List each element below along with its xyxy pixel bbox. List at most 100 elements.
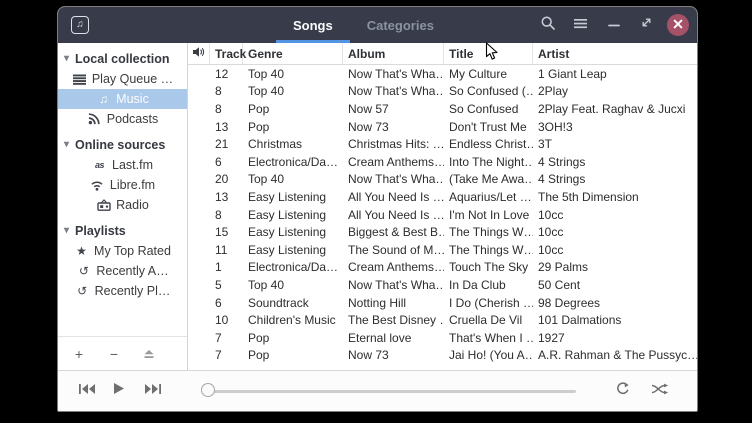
sidebar-item-recently-a[interactable]: ↺Recently A… <box>58 261 187 281</box>
table-row[interactable]: 15Easy ListeningBiggest & Best B…The Thi… <box>188 223 697 241</box>
close-button[interactable] <box>667 14 689 36</box>
sidebar-section-online-sources[interactable]: ▾Online sources <box>58 134 187 155</box>
table-row[interactable]: 13Easy ListeningAll You Need Is …Aquariu… <box>188 188 697 206</box>
cell-track: 8 <box>210 208 243 222</box>
screen: ♫ Songs Categories <box>0 0 752 423</box>
cell-album: Christmas Hits: … <box>343 137 444 151</box>
cell-title: That's When I … <box>444 331 533 345</box>
column-header-album[interactable]: Album <box>343 43 444 64</box>
sidebar-item-recently-pl[interactable]: ↺Recently Pl… <box>58 281 187 301</box>
tab-songs[interactable]: Songs <box>276 7 350 43</box>
remove-button[interactable]: − <box>107 347 121 361</box>
sidebar: ▾Local collection Play Queue … ♫ Music Podca… <box>58 43 188 370</box>
cell-genre: Pop <box>243 120 343 134</box>
star-icon: ★ <box>74 244 89 258</box>
sidebar-item-last-fm[interactable]: asLast.fm <box>58 155 187 175</box>
column-header-genre[interactable]: Genre <box>243 43 343 64</box>
cell-album: The Best Disney … <box>343 313 444 327</box>
table-row[interactable]: 11Easy ListeningThe Sound of M…The Thing… <box>188 241 697 259</box>
music-note-icon: ♫ <box>96 92 111 106</box>
column-header-mute[interactable] <box>188 43 210 64</box>
play-button[interactable] <box>113 382 125 400</box>
table-row[interactable]: 12Top 40Now That's Wha…My Culture1 Giant… <box>188 65 697 83</box>
cell-track: 7 <box>210 331 243 345</box>
table-row[interactable]: 6Electronica/Da…Cream Anthems…Into The N… <box>188 153 697 171</box>
cell-genre: Christmas <box>243 137 343 151</box>
cell-artist: 101 Dalmations <box>533 313 697 327</box>
next-icon <box>144 382 162 400</box>
cell-track: 5 <box>210 278 243 292</box>
table-row[interactable]: 13PopNow 73Don't Trust Me3OH!3 <box>188 118 697 136</box>
cell-title: (Take Me Awa… <box>444 172 533 186</box>
sidebar-item-label: Podcasts <box>107 112 158 126</box>
table-row[interactable]: 8Top 40Now That's Wha…So Confused (…2Pla… <box>188 83 697 101</box>
minimize-button[interactable] <box>601 13 626 38</box>
eject-button[interactable] <box>142 347 156 361</box>
sidebar-item-label: Recently A… <box>96 264 168 278</box>
cell-album: Now 73 <box>343 348 444 362</box>
cell-artist: 98 Degrees <box>533 296 697 310</box>
tab-categories[interactable]: Categories <box>350 7 451 43</box>
table-row[interactable]: 21ChristmasChristmas Hits: …Endless Chri… <box>188 135 697 153</box>
podcasts-icon <box>87 113 102 125</box>
shuffle-button[interactable] <box>651 382 669 400</box>
radio-icon <box>96 199 111 211</box>
cell-track: 20 <box>210 172 243 186</box>
table-row[interactable]: 1Electronica/Da…Cream Anthems…Touch The … <box>188 259 697 277</box>
table-header: Track Genre Album Title Artist <box>188 43 697 65</box>
sidebar-item-libre-fm[interactable]: Libre.fm <box>58 175 187 195</box>
table-body: 12Top 40Now That's Wha…My Culture1 Giant… <box>188 65 697 370</box>
cell-title: My Culture <box>444 67 533 81</box>
maximize-icon <box>640 16 653 34</box>
column-header-track[interactable]: Track <box>210 43 243 64</box>
sidebar-item-my-top-rated[interactable]: ★ My Top Rated <box>58 241 187 261</box>
sidebar-item-music[interactable]: ♫ Music <box>58 89 187 109</box>
shuffle-icon <box>651 382 669 400</box>
cell-genre: Pop <box>243 102 343 116</box>
table-row[interactable]: 8PopNow 57So Confused2Play Feat. Raghav … <box>188 100 697 118</box>
sidebar-item-label: My Top Rated <box>94 244 171 258</box>
sidebar-sections: ▾Local collection Play Queue … ♫ Music Podca… <box>58 48 187 301</box>
progress-handle[interactable] <box>201 383 215 397</box>
table-row[interactable]: 5Top 40Now That's Wha…In Da Club50 Cent <box>188 276 697 294</box>
column-header-artist[interactable]: Artist <box>533 43 697 64</box>
sidebar-section-local-collection[interactable]: ▾Local collection <box>58 48 187 69</box>
cell-artist: 1 Giant Leap <box>533 67 697 81</box>
table-row[interactable]: 6SoundtrackNotting HillI Do (Cherish …98… <box>188 294 697 312</box>
search-button[interactable] <box>535 13 560 38</box>
add-button[interactable]: + <box>72 347 86 361</box>
sidebar-item-label: Play Queue … <box>92 72 173 86</box>
cell-artist: 10cc <box>533 225 697 239</box>
next-button[interactable] <box>144 382 162 400</box>
titlebar[interactable]: ♫ Songs Categories <box>58 7 697 43</box>
cell-album: Cream Anthems… <box>343 260 444 274</box>
previous-button[interactable] <box>78 382 96 400</box>
sidebar-item-play-queue[interactable]: Play Queue … <box>58 69 187 89</box>
mouse-cursor <box>485 42 499 67</box>
cell-genre: Easy Listening <box>243 225 343 239</box>
cell-artist: 3T <box>533 137 697 151</box>
progress-track[interactable] <box>208 390 576 393</box>
repeat-button[interactable] <box>615 382 630 401</box>
cell-title: I Do (Cherish … <box>444 296 533 310</box>
cell-album: Eternal love <box>343 331 444 345</box>
sidebar-item-label: Music <box>116 92 149 106</box>
sidebar-item-radio[interactable]: Radio <box>58 195 187 215</box>
cell-track: 13 <box>210 190 243 204</box>
table-row[interactable]: 10Children's MusicThe Best Disney …Cruel… <box>188 311 697 329</box>
section-label: Local collection <box>75 52 169 66</box>
cell-title: Don't Trust Me <box>444 120 533 134</box>
sidebar-item-podcasts[interactable]: Podcasts <box>58 109 187 129</box>
playbar <box>58 370 697 411</box>
cell-genre: Easy Listening <box>243 243 343 257</box>
maximize-button[interactable] <box>634 13 659 38</box>
cell-title: Jai Ho! (You A… <box>444 348 533 362</box>
table-row[interactable]: 20Top 40Now That's Wha…(Take Me Awa…4 St… <box>188 171 697 189</box>
table-row[interactable]: 8Easy ListeningAll You Need Is …I'm Not … <box>188 206 697 224</box>
table-row[interactable]: 7PopNow 73Jai Ho! (You A…A.R. Rahman & T… <box>188 347 697 365</box>
sidebar-section-playlists[interactable]: ▾Playlists <box>58 220 187 241</box>
menu-button[interactable] <box>568 13 593 38</box>
sidebar-toolbar: + − <box>58 336 187 370</box>
cell-track: 7 <box>210 348 243 362</box>
table-row[interactable]: 7PopEternal loveThat's When I …1927 <box>188 329 697 347</box>
